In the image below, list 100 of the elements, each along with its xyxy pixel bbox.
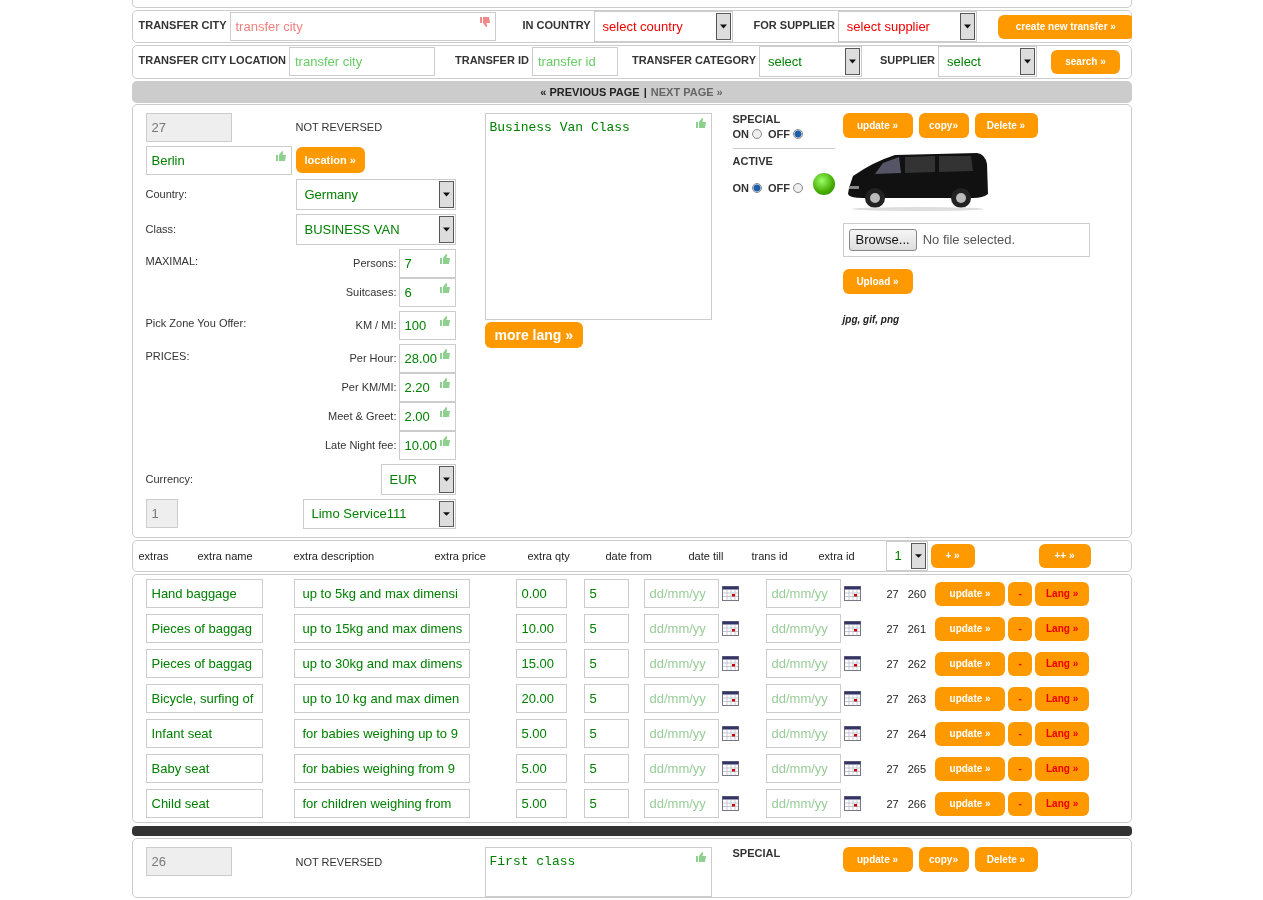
extra-price-field[interactable]: 15.00 [515,649,567,678]
supplier-select[interactable]: Limo Service111 [302,498,456,529]
currency-select[interactable]: EUR [380,463,456,495]
upload-button[interactable]: Upload » [842,268,913,294]
update-button[interactable]: update » [935,651,1006,676]
extra-description-field[interactable]: for babies weighing up to 9 [293,719,470,748]
description-field[interactable]: First class [484,847,712,897]
extra-description-field[interactable]: up to 15kg and max dimens [293,614,470,643]
remove-button[interactable]: - [1008,686,1033,711]
qty-select[interactable]: 1 [885,540,928,571]
extra-name-field[interactable]: Baby seat [145,754,263,783]
radio-button[interactable] [752,182,762,193]
lang-button[interactable]: Lang » [1035,756,1090,781]
more-lang-button[interactable]: more lang » [484,321,584,348]
location-button[interactable]: location » [295,147,365,174]
number-field[interactable]: 28.00 [398,343,456,373]
delete-button[interactable]: Delete » [974,847,1038,872]
add-button[interactable]: + » [930,543,975,568]
lang-button[interactable]: Lang » [1035,651,1090,676]
extra-name-field[interactable]: Infant seat [145,719,263,748]
extra-qty-field[interactable]: 5 [583,579,629,608]
lang-button[interactable]: Lang » [1035,721,1090,746]
extra-name-field[interactable]: Pieces of baggag [145,614,263,643]
lang-button[interactable]: Lang » [1035,791,1090,816]
radio-button[interactable] [793,182,803,193]
calendar-icon[interactable] [721,796,739,811]
extra-price-field[interactable]: 20.00 [515,684,567,713]
copy-button[interactable]: copy» [918,112,969,138]
id-field[interactable]: 26 [145,847,232,876]
search-button[interactable]: search » [1051,49,1120,74]
calendar-icon[interactable] [721,586,739,601]
extra-description-field[interactable]: up to 5kg and max dimensi [293,579,470,608]
lang-button[interactable]: Lang » [1035,686,1090,711]
extra-description-field[interactable]: up to 10 kg and max dimen [293,684,470,713]
add-many-button[interactable]: ++ » [1038,543,1091,568]
calendar-icon[interactable] [843,621,861,636]
browse-button[interactable]: Browse... [848,228,917,251]
calendar-icon[interactable] [721,656,739,671]
extra-description-field[interactable]: for children weighing from [293,789,470,818]
previous-page-link[interactable]: « PREVIOUS PAGE [540,85,640,98]
extra-price-field[interactable]: 10.00 [515,614,567,643]
remove-button[interactable]: - [1008,791,1033,816]
copy-button[interactable]: copy» [918,847,969,872]
update-button[interactable]: update » [935,581,1006,606]
extra-name-field[interactable]: Child seat [145,789,263,818]
number-field[interactable]: 100 [398,310,456,340]
id-field[interactable]: 27 [145,112,232,142]
number-field[interactable]: 10.00 [398,430,456,460]
country-select[interactable]: select country [593,11,733,43]
extra-name-field[interactable]: Pieces of baggag [145,649,263,678]
calendar-icon[interactable] [721,691,739,706]
delete-button[interactable]: Delete » [974,112,1038,138]
update-button[interactable]: update » [935,791,1006,816]
class-select[interactable]: BUSINESS VAN [295,213,456,245]
update-button[interactable]: update » [842,112,913,138]
extra-price-field[interactable]: 5.00 [515,754,567,783]
supplier-select[interactable]: select supplier [837,11,977,43]
radio-button[interactable] [793,128,803,139]
transfer-city-field[interactable]: transfer city [229,12,496,42]
lang-button[interactable]: Lang » [1035,616,1090,641]
update-button[interactable]: update » [935,756,1006,781]
country-select[interactable]: Germany [295,178,456,210]
extra-qty-field[interactable]: 5 [583,719,629,748]
number-field[interactable]: 7 [398,248,456,278]
calendar-icon[interactable] [843,796,861,811]
update-button[interactable]: update » [842,847,913,872]
extra-price-field[interactable]: 5.00 [515,789,567,818]
calendar-icon[interactable] [843,761,861,776]
supplier-id-field[interactable]: 1 [145,499,178,529]
supplier-select[interactable]: select [938,46,1037,78]
number-field[interactable]: 2.20 [398,372,456,402]
extra-price-field[interactable]: 0.00 [515,579,567,608]
extra-qty-field[interactable]: 5 [583,684,629,713]
extra-price-field[interactable]: 5.00 [515,719,567,748]
calendar-icon[interactable] [843,586,861,601]
calendar-icon[interactable] [721,761,739,776]
calendar-icon[interactable] [843,656,861,671]
lang-button[interactable]: Lang » [1035,581,1090,606]
calendar-icon[interactable] [843,691,861,706]
update-button[interactable]: update » [935,616,1006,641]
number-field[interactable]: 6 [398,277,456,307]
number-field[interactable]: 2.00 [398,401,456,431]
remove-button[interactable]: - [1008,756,1033,781]
update-button[interactable]: update » [935,721,1006,746]
create-transfer-button[interactable]: create new transfer » [997,14,1132,39]
extra-qty-field[interactable]: 5 [583,754,629,783]
calendar-icon[interactable] [843,726,861,741]
remove-button[interactable]: - [1008,581,1033,606]
update-button[interactable]: update » [935,686,1006,711]
city-field[interactable]: Berlin [145,145,292,175]
calendar-icon[interactable] [721,621,739,636]
remove-button[interactable]: - [1008,721,1033,746]
calendar-icon[interactable] [721,726,739,741]
remove-button[interactable]: - [1008,616,1033,641]
extra-name-field[interactable]: Hand baggage [145,579,263,608]
extra-qty-field[interactable]: 5 [583,614,629,643]
description-field[interactable]: Business Van Class [484,112,712,320]
radio-button[interactable] [752,128,762,139]
extra-description-field[interactable]: for babies weighing from 9 [293,754,470,783]
location-field[interactable]: transfer city [289,47,435,77]
